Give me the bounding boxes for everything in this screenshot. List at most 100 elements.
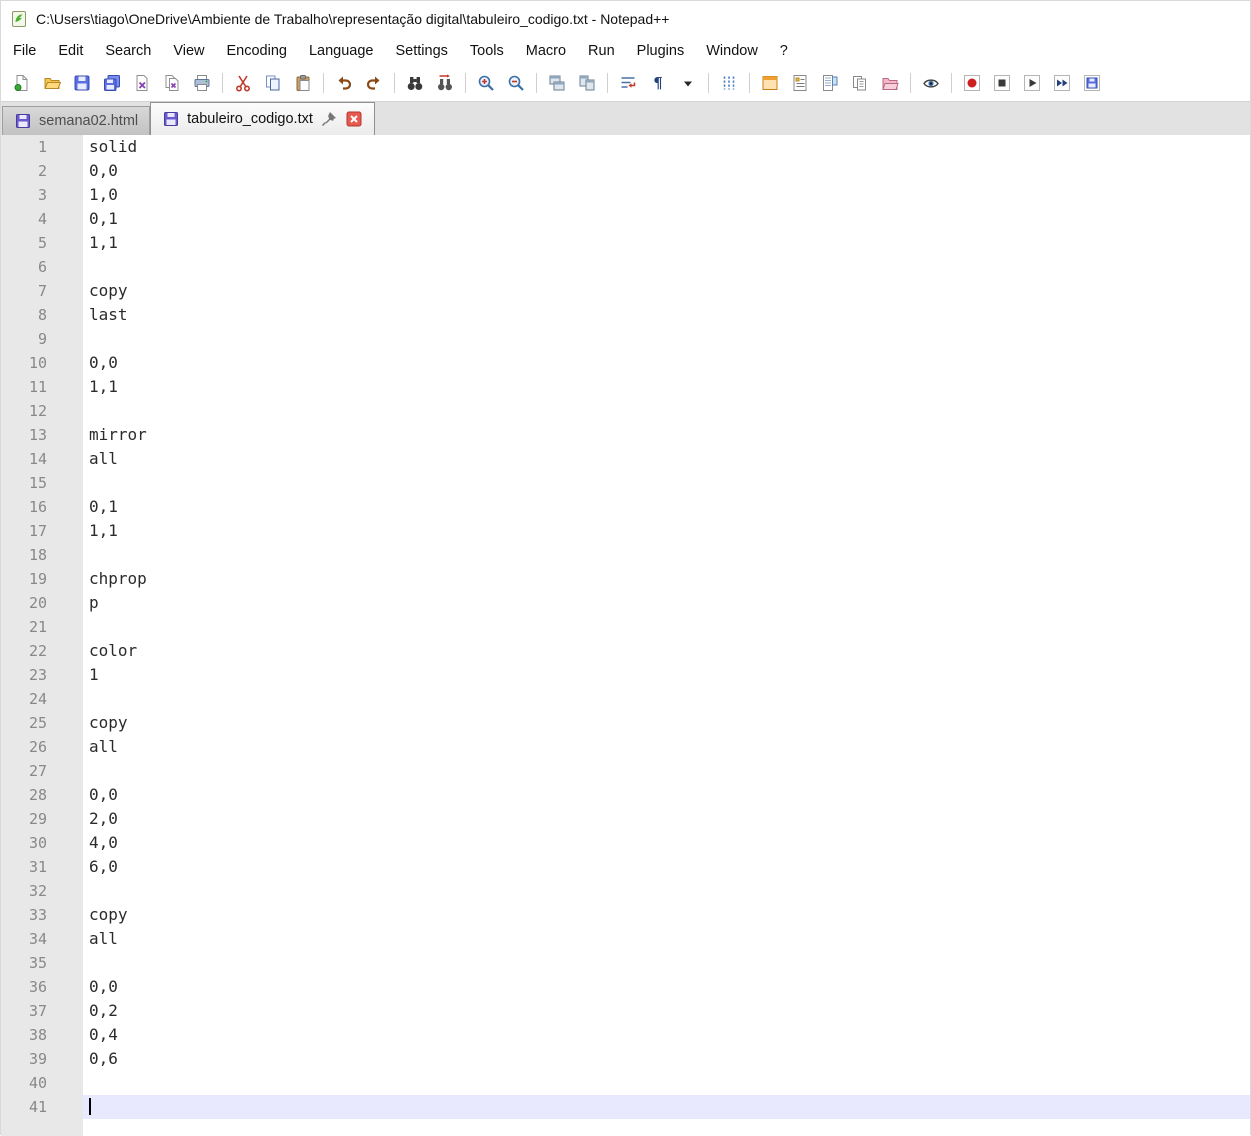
replace-icon: [436, 74, 454, 92]
line-text[interactable]: solid: [83, 135, 1250, 159]
line-number: 22: [1, 639, 83, 663]
line-text[interactable]: [83, 255, 1250, 279]
line-text[interactable]: [83, 1071, 1250, 1095]
zoom-out-button[interactable]: [501, 69, 531, 97]
line-text[interactable]: copy: [83, 903, 1250, 927]
menu-item-view[interactable]: View: [162, 39, 215, 63]
sync-horizontal-scroll-button[interactable]: [572, 69, 602, 97]
line-text[interactable]: all: [83, 735, 1250, 759]
line-text[interactable]: 0,1: [83, 207, 1250, 231]
user-defined-dialog-button[interactable]: [755, 69, 785, 97]
find-button[interactable]: [400, 69, 430, 97]
line-text[interactable]: 0,2: [83, 999, 1250, 1023]
menu-item-language[interactable]: Language: [298, 39, 385, 63]
close-tab-icon[interactable]: [345, 110, 363, 128]
menu-item-macro[interactable]: Macro: [515, 39, 577, 63]
line-text[interactable]: color: [83, 639, 1250, 663]
line-text[interactable]: 0,1: [83, 495, 1250, 519]
line-text[interactable]: copy: [83, 711, 1250, 735]
line-text[interactable]: 1: [83, 663, 1250, 687]
document-list-button[interactable]: [845, 69, 875, 97]
menu-item-settings[interactable]: Settings: [384, 39, 458, 63]
macro-save-button[interactable]: [1077, 69, 1107, 97]
line-text[interactable]: 4,0: [83, 831, 1250, 855]
line-text[interactable]: [83, 543, 1250, 567]
document-map-button[interactable]: [815, 69, 845, 97]
zoom-in-button[interactable]: [471, 69, 501, 97]
paste-button[interactable]: [288, 69, 318, 97]
line-text[interactable]: all: [83, 927, 1250, 951]
redo-button[interactable]: [359, 69, 389, 97]
save-all-button[interactable]: [97, 69, 127, 97]
line-text[interactable]: p: [83, 591, 1250, 615]
close-all-button[interactable]: [157, 69, 187, 97]
line-text[interactable]: 1,0: [83, 183, 1250, 207]
menu-item-tools[interactable]: Tools: [459, 39, 515, 63]
line-text[interactable]: [83, 615, 1250, 639]
line-text[interactable]: 0,0: [83, 975, 1250, 999]
menu-item-encoding[interactable]: Encoding: [216, 39, 298, 63]
line-text[interactable]: [83, 471, 1250, 495]
toolbar-separator: [749, 73, 750, 93]
macro-record-button[interactable]: [957, 69, 987, 97]
line-text[interactable]: 2,0: [83, 807, 1250, 831]
line-text[interactable]: 0,4: [83, 1023, 1250, 1047]
macro-stop-button[interactable]: [987, 69, 1017, 97]
monitoring-button[interactable]: [916, 69, 946, 97]
line-number: 32: [1, 879, 83, 903]
copy-button[interactable]: [258, 69, 288, 97]
line-text[interactable]: 6,0: [83, 855, 1250, 879]
tab-tabuleiro-codigo-txt[interactable]: tabuleiro_codigo.txt: [150, 102, 375, 135]
replace-button[interactable]: [430, 69, 460, 97]
menu-item-plugins[interactable]: Plugins: [626, 39, 696, 63]
sync-vertical-scroll-button[interactable]: [542, 69, 572, 97]
open-file-button[interactable]: [37, 69, 67, 97]
line-text[interactable]: all: [83, 447, 1250, 471]
line-text[interactable]: [83, 687, 1250, 711]
menu-item-help[interactable]: ?: [769, 39, 799, 63]
menu-item-window[interactable]: Window: [695, 39, 769, 63]
menu-item-edit[interactable]: Edit: [47, 39, 94, 63]
word-wrap-button[interactable]: [613, 69, 643, 97]
pin-tab-icon[interactable]: [320, 110, 338, 128]
line-text[interactable]: mirror: [83, 423, 1250, 447]
save-button[interactable]: [67, 69, 97, 97]
show-all-characters-button[interactable]: ¶: [643, 69, 673, 97]
tab-semana02-html[interactable]: semana02.html: [2, 106, 150, 135]
toolbar-separator: [323, 73, 324, 93]
function-list-button[interactable]: [785, 69, 815, 97]
line-text[interactable]: copy: [83, 279, 1250, 303]
folder-as-workspace-button[interactable]: [875, 69, 905, 97]
line-text[interactable]: 0,0: [83, 783, 1250, 807]
menu-item-file[interactable]: File: [2, 39, 47, 63]
line-text[interactable]: 1,1: [83, 519, 1250, 543]
show-indent-guide-button[interactable]: [714, 69, 744, 97]
line-text[interactable]: [83, 327, 1250, 351]
line-text[interactable]: 0,0: [83, 351, 1250, 375]
print-button[interactable]: [187, 69, 217, 97]
line-text[interactable]: 1,1: [83, 375, 1250, 399]
cut-button[interactable]: [228, 69, 258, 97]
macro-run-multiple-button[interactable]: [1047, 69, 1077, 97]
line-text[interactable]: last: [83, 303, 1250, 327]
new-file-button[interactable]: [7, 69, 37, 97]
line-text[interactable]: chprop: [83, 567, 1250, 591]
line-text[interactable]: 0,6: [83, 1047, 1250, 1071]
line-text[interactable]: [83, 879, 1250, 903]
line-text[interactable]: [83, 399, 1250, 423]
line-number: 37: [1, 999, 83, 1023]
macro-play-button[interactable]: [1017, 69, 1047, 97]
line-text[interactable]: [83, 1095, 1250, 1119]
line-number: 24: [1, 687, 83, 711]
close-button[interactable]: [127, 69, 157, 97]
menu-item-run[interactable]: Run: [577, 39, 626, 63]
undo-button[interactable]: [329, 69, 359, 97]
line-text[interactable]: [83, 951, 1250, 975]
editor-line: 13mirror: [1, 423, 1250, 447]
menu-item-search[interactable]: Search: [94, 39, 162, 63]
line-text[interactable]: 0,0: [83, 159, 1250, 183]
line-text[interactable]: [83, 759, 1250, 783]
line-text[interactable]: 1,1: [83, 231, 1250, 255]
editor-empty-area[interactable]: [83, 1119, 1250, 1136]
show-all-characters-dropdown-button[interactable]: [673, 69, 703, 97]
